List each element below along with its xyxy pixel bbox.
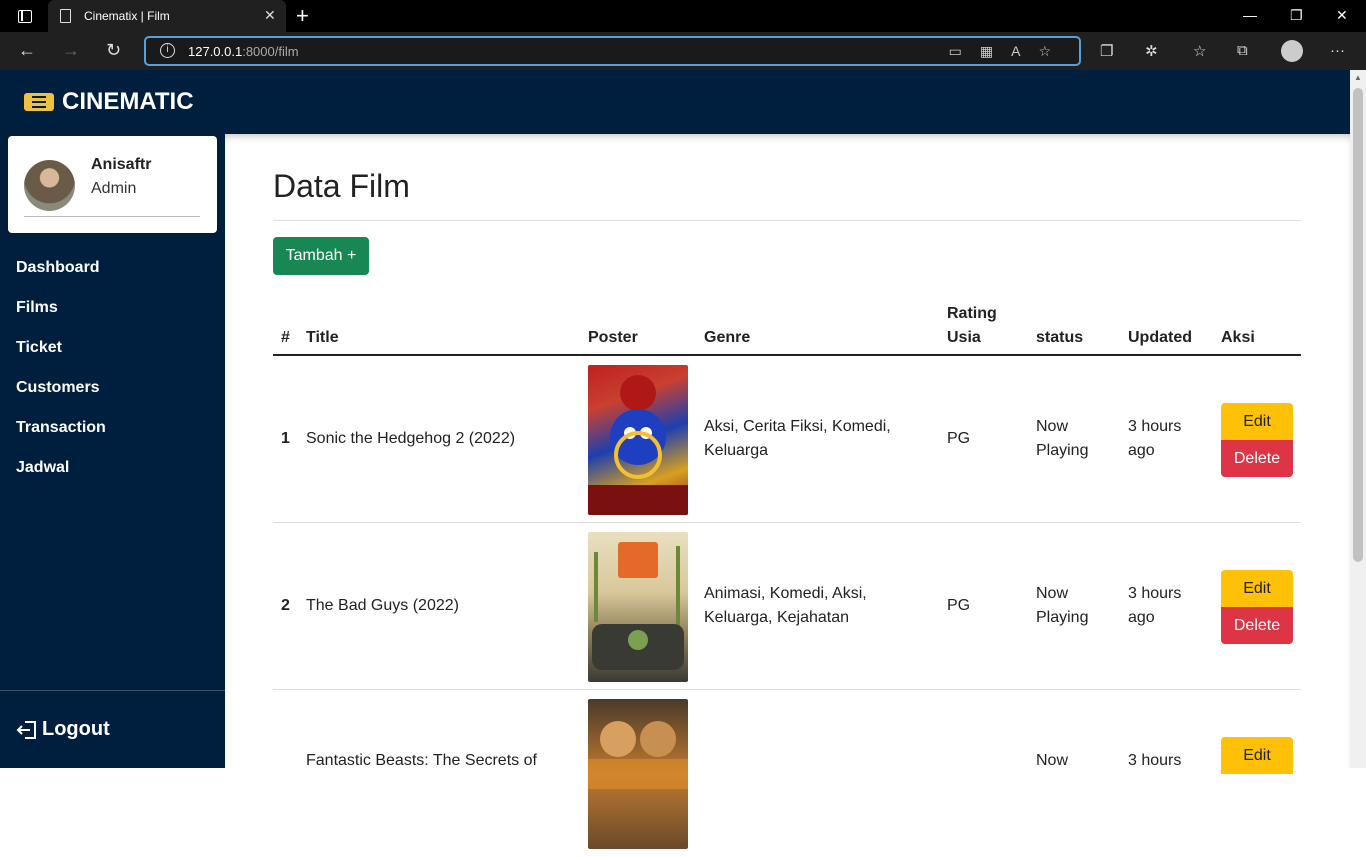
- user-name: Anisaftr: [91, 156, 152, 173]
- back-icon[interactable]: ←: [18, 40, 36, 61]
- ticket-icon: [24, 93, 54, 111]
- tab-title: Cinematix | Film: [84, 9, 170, 23]
- row-number: 1: [281, 430, 290, 447]
- film-status: Now Playing: [1036, 585, 1089, 626]
- url-text[interactable]: 127.0.0.1:8000/film: [188, 44, 299, 59]
- sidebar-item-dashboard[interactable]: Dashboard: [16, 256, 106, 296]
- film-title: Fantastic Beasts: The Secrets of: [306, 752, 537, 769]
- restore-icon[interactable]: ❐: [1290, 7, 1303, 24]
- film-updated: 3 hours ago: [1128, 585, 1182, 626]
- address-bar[interactable]: i 127.0.0.1:8000/film ▭▦A☆: [144, 36, 1081, 66]
- film-updated: 3 hours ago: [1128, 418, 1182, 459]
- page-scrollbar[interactable]: ▲: [1350, 70, 1366, 768]
- page-icon: [60, 9, 71, 23]
- edit-button[interactable]: Edit: [1221, 570, 1293, 607]
- title-divider: [273, 220, 1301, 221]
- logout-icon: [16, 720, 36, 739]
- delete-button[interactable]: Delete: [1221, 440, 1293, 477]
- sidebar-item-jadwal[interactable]: Jadwal: [16, 456, 106, 496]
- top-navbar: CINEMATIC: [0, 70, 1350, 134]
- site-info-icon[interactable]: i: [160, 43, 175, 58]
- logout-label: Logout: [42, 718, 110, 740]
- table-row: 2 The Bad Guys (2022) Animasi, Komedi, A…: [273, 523, 1301, 690]
- film-poster: [588, 365, 688, 515]
- film-status: Now: [1036, 752, 1069, 769]
- user-card-divider: [24, 216, 200, 217]
- reload-icon[interactable]: ↻: [106, 40, 121, 61]
- film-poster: [588, 699, 688, 849]
- table-row: Fantastic Beasts: The Secrets of Now 3 h…: [273, 690, 1301, 857]
- browser-tab[interactable]: Cinematix | Film ✕: [48, 0, 286, 32]
- column-header-poster: Poster: [588, 329, 638, 346]
- brand-name: CINEMATIC: [62, 88, 194, 115]
- sidebar-item-ticket[interactable]: Ticket: [16, 336, 106, 376]
- user-role: Admin: [91, 180, 137, 197]
- film-rating: PG: [947, 597, 971, 614]
- sidebar-item-films[interactable]: Films: [16, 296, 106, 336]
- close-tab-icon[interactable]: ✕: [264, 7, 276, 24]
- film-genre: Aksi, Cerita Fiksi, Komedi, Keluarga: [704, 418, 891, 459]
- main-content: Data Film Tambah + # Title Poster Genre …: [225, 134, 1350, 849]
- minimize-icon[interactable]: —: [1243, 7, 1257, 23]
- scrollbar-thumb[interactable]: [1353, 88, 1363, 562]
- sidebar-item-transaction[interactable]: Transaction: [16, 416, 106, 456]
- column-header-number: #: [281, 329, 290, 346]
- table-row: 1 Sonic the Hedgehog 2 (2022) Aksi, Ceri…: [273, 356, 1301, 523]
- sonic-poster-art: [588, 375, 688, 515]
- tab-actions-icon[interactable]: ⧉: [1237, 42, 1248, 59]
- address-bar-actions[interactable]: ▭▦A☆: [949, 43, 1069, 60]
- app-root: CINEMATIC Anisaftr Admin Dashboard Films…: [0, 70, 1350, 849]
- film-rating: PG: [947, 430, 971, 447]
- delete-button[interactable]: Delete: [1221, 607, 1293, 644]
- film-status: Now Playing: [1036, 418, 1089, 459]
- film-updated: 3 hours: [1128, 752, 1182, 769]
- edit-button[interactable]: Edit: [1221, 737, 1293, 774]
- scroll-up-icon[interactable]: ▲: [1354, 73, 1362, 82]
- favorites-icon[interactable]: ☆: [1193, 42, 1206, 60]
- fantastic-beasts-poster-art: [588, 721, 688, 789]
- edit-button[interactable]: Edit: [1221, 403, 1293, 440]
- sidebar: Anisaftr Admin Dashboard Films Ticket Cu…: [0, 134, 225, 768]
- film-title: Sonic the Hedgehog 2 (2022): [306, 430, 516, 447]
- browser-tab-bar: Cinematix | Film ✕ + — ❐ ✕: [0, 0, 1366, 32]
- page-title: Data Film: [273, 168, 410, 204]
- film-title: The Bad Guys (2022): [306, 597, 459, 614]
- close-window-icon[interactable]: ✕: [1336, 7, 1348, 24]
- user-card: Anisaftr Admin: [8, 136, 217, 233]
- window-menu-icon[interactable]: [18, 10, 32, 23]
- row-number: 2: [281, 597, 290, 614]
- column-header-genre: Genre: [704, 329, 751, 346]
- column-header-updated: Updated: [1128, 329, 1192, 346]
- extensions-icon[interactable]: ✲: [1145, 42, 1158, 60]
- column-header-status: status: [1036, 329, 1084, 346]
- badguys-poster-art: [592, 542, 684, 670]
- profile-avatar-icon[interactable]: [1281, 40, 1303, 62]
- sidebar-menu: Dashboard Films Ticket Customers Transac…: [16, 256, 106, 496]
- user-avatar: [24, 160, 75, 211]
- add-film-button[interactable]: Tambah +: [273, 237, 369, 275]
- column-header-rating: Rating Usia: [947, 305, 997, 346]
- film-poster: [588, 532, 688, 682]
- column-header-title: Title: [306, 329, 339, 346]
- brand[interactable]: CINEMATIC: [24, 88, 194, 116]
- column-header-aksi: Aksi: [1221, 329, 1255, 346]
- forward-icon[interactable]: →: [62, 40, 80, 61]
- logout-button[interactable]: Logout: [16, 718, 110, 741]
- sidebar-divider: [0, 690, 225, 691]
- new-tab-icon[interactable]: +: [296, 3, 309, 29]
- collections-icon[interactable]: ❐: [1100, 42, 1113, 60]
- more-icon[interactable]: ···: [1330, 42, 1345, 59]
- browser-toolbar: ← → ↻ i 127.0.0.1:8000/film ▭▦A☆ ❐ ✲ ☆ ⧉…: [0, 32, 1366, 70]
- sidebar-item-customers[interactable]: Customers: [16, 376, 106, 416]
- film-genre: Animasi, Komedi, Aksi, Keluarga, Kejahata…: [704, 585, 867, 626]
